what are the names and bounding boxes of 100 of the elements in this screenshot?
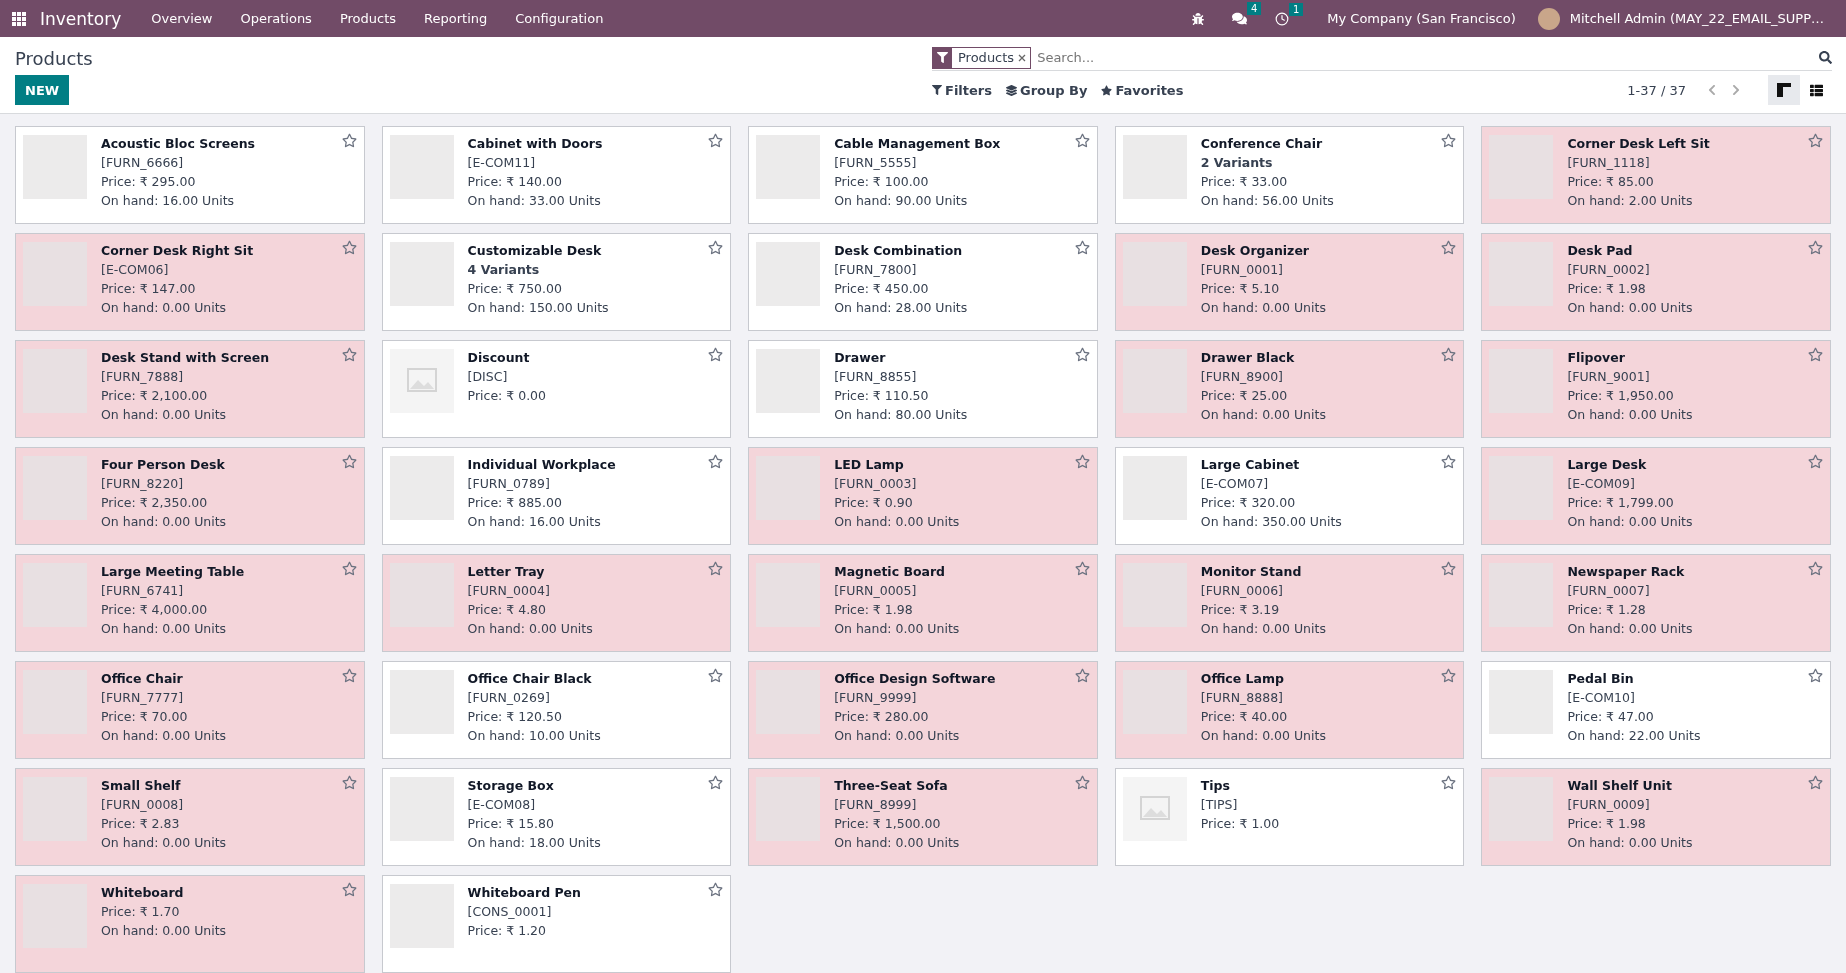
apps-grid-icon[interactable] [12,11,26,26]
filters-button[interactable]: Filters [932,82,992,98]
favorite-star-icon[interactable] [1074,347,1090,362]
company-name[interactable]: My Company (San Francisco) [1327,11,1516,26]
search-icon[interactable] [1819,51,1832,64]
product-card[interactable]: Office Chair [FURN_7777] Price: ₹ 70.00 On hand: 0.00 Units [15,661,365,759]
product-card[interactable]: Office Lamp [FURN_8888] Price: ₹ 40.00 On hand: 0.00 Units [1114,661,1465,759]
menu-item[interactable]: Overview [139,11,225,26]
favorite-star-icon[interactable] [708,240,724,255]
favorite-star-icon[interactable] [1808,347,1823,362]
favorite-star-icon[interactable] [341,347,357,362]
activity-count-badge: 1 [1288,2,1304,16]
close-icon[interactable] [1018,53,1027,62]
kanban-view-button[interactable] [1768,75,1800,105]
favorite-star-icon[interactable] [708,133,724,148]
product-card[interactable]: Newspaper Rack [FURN_0007] Price: ₹ 1.28 On hand: 0.00 Units [1481,554,1831,652]
menu-item[interactable]: Operations [228,11,324,26]
product-card[interactable]: Individual Workplace [FURN_0789] Price: ₹ 885.00 On hand: 16.00 Units [381,447,732,545]
product-card[interactable]: Discount [DISC] Price: ₹ 0.00 [381,340,732,438]
favorite-star-icon[interactable] [341,454,357,469]
product-card[interactable]: Cable Management Box [FURN_5555] Price: ₹ 100.00 On hand: 90.00 Units [748,126,1098,224]
app-name[interactable]: Inventory [40,8,122,29]
favorites-button[interactable]: Favorites [1101,82,1184,98]
favorite-star-icon[interactable] [1074,133,1090,148]
product-card[interactable]: Whiteboard Pen [CONS_0001] Price: ₹ 1.20 [381,875,732,973]
favorite-star-icon[interactable] [341,133,357,148]
product-name: Flipover [1567,349,1626,366]
product-card[interactable]: Cabinet with Doors [E-COM11] Price: ₹ 140.00 On hand: 33.00 Units [381,126,732,224]
product-card[interactable]: Whiteboard Price: ₹ 1.70 On hand: 0.00 Units [15,875,365,973]
favorite-star-icon[interactable] [341,561,357,576]
product-card[interactable]: Tips [TIPS] Price: ₹ 1.00 [1114,768,1465,866]
favorite-star-icon[interactable] [1441,347,1457,362]
favorite-star-icon[interactable] [1808,133,1823,148]
favorite-star-icon[interactable] [1808,454,1823,469]
favorite-star-icon[interactable] [1441,561,1457,576]
favorite-star-icon[interactable] [1074,454,1090,469]
filter-facet[interactable]: Products [932,46,1032,69]
product-card[interactable]: Letter Tray [FURN_0004] Price: ₹ 4.80 On hand: 0.00 Units [381,554,732,652]
product-card[interactable]: Large Cabinet [E-COM07] Price: ₹ 320.00 On hand: 350.00 Units [1114,447,1465,545]
favorite-star-icon[interactable] [708,882,724,897]
product-card[interactable]: Desk Combination [FURN_7800] Price: ₹ 450.00 On hand: 28.00 Units [748,233,1098,331]
product-card[interactable]: Customizable Desk 4 Variants Price: ₹ 750.00 On hand: 150.00 Units [381,233,732,331]
favorite-star-icon[interactable] [341,882,357,897]
favorite-star-icon[interactable] [1441,133,1457,148]
new-button[interactable]: NEW [15,75,70,105]
user-name[interactable]: Mitchell Admin (MAY_22_EMAIL_SUPP… [1569,11,1824,26]
user-avatar[interactable] [1537,7,1560,30]
product-card[interactable]: Large Desk [E-COM09] Price: ₹ 1,799.00 On hand: 0.00 Units [1481,447,1831,545]
favorite-star-icon[interactable] [341,240,357,255]
product-card[interactable]: Desk Organizer [FURN_0001] Price: ₹ 5.10 On hand: 0.00 Units [1114,233,1465,331]
favorite-star-icon[interactable] [708,668,724,683]
menu-item[interactable]: Configuration [503,11,616,26]
favorite-star-icon[interactable] [341,668,357,683]
favorite-star-icon[interactable] [1441,775,1457,790]
favorite-star-icon[interactable] [1441,454,1457,469]
favorite-star-icon[interactable] [708,561,724,576]
product-card[interactable]: Three-Seat Sofa [FURN_8999] Price: ₹ 1,500.00 On hand: 0.00 Units [748,768,1098,866]
product-card[interactable]: Large Meeting Table [FURN_6741] Price: ₹ 4,000.00 On hand: 0.00 Units [15,554,365,652]
product-card[interactable]: Drawer Black [FURN_8900] Price: ₹ 25.00 On hand: 0.00 Units [1114,340,1465,438]
favorite-star-icon[interactable] [708,347,724,362]
favorite-star-icon[interactable] [1808,668,1823,683]
clock-icon[interactable] [1275,11,1290,26]
product-card[interactable]: Office Chair Black [FURN_0269] Price: ₹ 120.50 On hand: 10.00 Units [381,661,732,759]
favorite-star-icon[interactable] [1808,240,1823,255]
product-card[interactable]: Storage Box [E-COM08] Price: ₹ 15.80 On hand: 18.00 Units [381,768,732,866]
product-card[interactable]: Four Person Desk [FURN_8220] Price: ₹ 2,350.00 On hand: 0.00 Units [15,447,365,545]
product-card[interactable]: Pedal Bin [E-COM10] Price: ₹ 47.00 On hand: 22.00 Units [1481,661,1831,759]
product-name: Office Chair Black [467,670,593,687]
product-card[interactable]: Magnetic Board [FURN_0005] Price: ₹ 1.98 On hand: 0.00 Units [748,554,1098,652]
favorite-star-icon[interactable] [1808,561,1823,576]
favorite-star-icon[interactable] [341,775,357,790]
bug-icon[interactable] [1192,12,1205,25]
favorite-star-icon[interactable] [1074,240,1090,255]
product-card[interactable]: Drawer [FURN_8855] Price: ₹ 110.50 On hand: 80.00 Units [748,340,1098,438]
chat-icon[interactable] [1232,11,1248,26]
favorite-star-icon[interactable] [708,775,724,790]
product-card[interactable]: Acoustic Bloc Screens [FURN_6666] Price: ₹ 295.00 On hand: 16.00 Units [15,126,365,224]
product-reference: [TIPS] [1200,796,1239,813]
product-card[interactable]: Corner Desk Right Sit [E-COM06] Price: ₹ 147.00 On hand: 0.00 Units [15,233,365,331]
favorite-star-icon[interactable] [1441,240,1457,255]
product-card[interactable]: Monitor Stand [FURN_0006] Price: ₹ 3.19 On hand: 0.00 Units [1114,554,1465,652]
product-card[interactable]: Desk Stand with Screen [FURN_7888] Price: ₹ 2,100.00 On hand: 0.00 Units [15,340,365,438]
product-card[interactable]: Flipover [FURN_9001] Price: ₹ 1,950.00 On hand: 0.00 Units [1481,340,1831,438]
product-card[interactable]: Office Design Software [FURN_9999] Price: ₹ 280.00 On hand: 0.00 Units [748,661,1098,759]
favorite-star-icon[interactable] [708,454,724,469]
favorite-star-icon[interactable] [1074,668,1090,683]
favorite-star-icon[interactable] [1074,561,1090,576]
product-card[interactable]: Conference Chair 2 Variants Price: ₹ 33.00 On hand: 56.00 Units [1114,126,1465,224]
product-card[interactable]: Wall Shelf Unit [FURN_0009] Price: ₹ 1.98 On hand: 0.00 Units [1481,768,1831,866]
menu-item[interactable]: Products [327,11,409,26]
product-card[interactable]: Corner Desk Left Sit [FURN_1118] Price: ₹ 85.00 On hand: 2.00 Units [1481,126,1831,224]
favorite-star-icon[interactable] [1074,775,1090,790]
menu-item[interactable]: Reporting [412,11,500,26]
product-price: Price: ₹ 85.00 [1567,173,1655,190]
group-by-button[interactable]: Group By [1006,82,1088,98]
favorite-star-icon[interactable] [1808,775,1823,790]
product-card[interactable]: Small Shelf [FURN_0008] Price: ₹ 2.83 On hand: 0.00 Units [15,768,365,866]
favorite-star-icon[interactable] [1441,668,1457,683]
product-card[interactable]: Desk Pad [FURN_0002] Price: ₹ 1.98 On hand: 0.00 Units [1481,233,1831,331]
product-card[interactable]: LED Lamp [FURN_0003] Price: ₹ 0.90 On hand: 0.00 Units [748,447,1098,545]
